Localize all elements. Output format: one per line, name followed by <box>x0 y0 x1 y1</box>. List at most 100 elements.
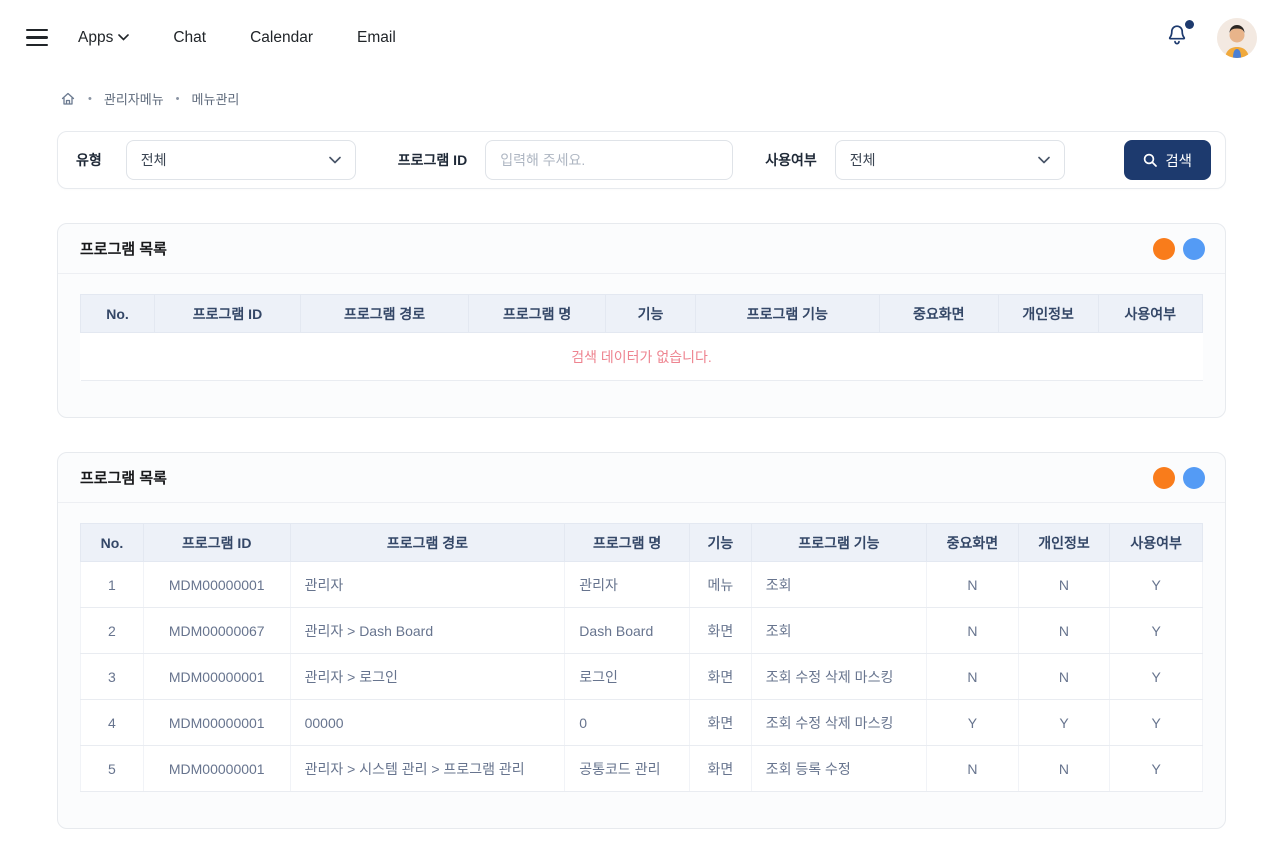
hamburger-menu-icon[interactable] <box>26 29 48 47</box>
table-cell: 2 <box>81 608 144 654</box>
program-table-empty: No.프로그램 ID프로그램 경로프로그램 명기능프로그램 기능중요화면개인정보… <box>80 294 1203 381</box>
nav-item-calendar[interactable]: Calendar <box>250 29 313 47</box>
table-cell: 화면 <box>689 608 751 654</box>
table-cell: 관리자 <box>565 562 690 608</box>
table-header-row: No.프로그램 ID프로그램 경로프로그램 명기능프로그램 기능중요화면개인정보… <box>81 295 1203 333</box>
column-header: 개인정보 <box>1018 524 1110 562</box>
use-status-select-value: 전체 <box>850 150 876 170</box>
nav-item-label: Calendar <box>250 29 313 47</box>
table-cell: N <box>1018 746 1110 792</box>
breadcrumb-separator: • <box>88 93 92 105</box>
chevron-down-icon <box>329 156 341 164</box>
breadcrumb-item[interactable]: 관리자메뉴 <box>104 89 164 108</box>
nav-item-label: Email <box>357 29 396 47</box>
main-nav: Apps Chat Calendar Email <box>78 29 396 47</box>
breadcrumb-separator: • <box>176 93 180 105</box>
program-id-label: 프로그램 ID <box>398 150 467 170</box>
column-header: 사용여부 <box>1110 524 1203 562</box>
panel-header: 프로그램 목록 <box>58 453 1225 503</box>
table-cell: 관리자 > 시스템 관리 > 프로그램 관리 <box>290 746 565 792</box>
home-icon[interactable] <box>60 91 76 107</box>
panel-title: 프로그램 목록 <box>80 467 167 488</box>
program-list-panel-2: 프로그램 목록 No.프로그램 ID프로그램 경로프로그램 명기능프로그램 기능… <box>57 452 1226 829</box>
table-cell: N <box>927 654 1019 700</box>
column-header: No. <box>81 524 144 562</box>
table-cell: Y <box>1018 700 1110 746</box>
use-status-select[interactable]: 전체 <box>835 140 1065 180</box>
panel-title: 프로그램 목록 <box>80 238 167 259</box>
table-cell: 조회 <box>751 562 926 608</box>
table-cell: MDM00000001 <box>143 700 290 746</box>
table-cell: 메뉴 <box>689 562 751 608</box>
table-row[interactable]: 3MDM00000001관리자 > 로그인로그인화면조회 수정 삭제 마스킹NN… <box>81 654 1203 700</box>
chevron-down-icon <box>1038 156 1050 164</box>
table-cell: 공통코드 관리 <box>565 746 690 792</box>
breadcrumb: • 관리자메뉴 • 메뉴관리 <box>0 75 1283 108</box>
table-cell: Dash Board <box>565 608 690 654</box>
notification-bell-icon[interactable] <box>1165 23 1189 52</box>
program-list-panel-1: 프로그램 목록 No.프로그램 ID프로그램 경로프로그램 명기능프로그램 기능… <box>57 223 1226 418</box>
search-icon <box>1143 153 1157 167</box>
program-table-results: No.프로그램 ID프로그램 경로프로그램 명기능프로그램 기능중요화면개인정보… <box>80 523 1203 792</box>
orange-circle-button[interactable] <box>1153 238 1175 260</box>
column-header: 사용여부 <box>1098 295 1202 333</box>
table-cell: 조회 수정 삭제 마스킹 <box>751 700 926 746</box>
user-avatar[interactable] <box>1217 18 1257 58</box>
table-cell: MDM00000001 <box>143 746 290 792</box>
nav-item-label: Apps <box>78 29 113 47</box>
column-header: 프로그램 ID <box>143 524 290 562</box>
column-header: 기능 <box>606 295 696 333</box>
table-cell: 화면 <box>689 654 751 700</box>
table-cell: 1 <box>81 562 144 608</box>
table-cell: Y <box>1110 608 1203 654</box>
blue-circle-button[interactable] <box>1183 238 1205 260</box>
nav-item-apps[interactable]: Apps <box>78 29 129 47</box>
table-cell: Y <box>1110 654 1203 700</box>
program-id-input[interactable] <box>485 140 733 180</box>
breadcrumb-item[interactable]: 메뉴관리 <box>192 89 240 108</box>
search-button[interactable]: 검색 <box>1124 140 1211 180</box>
type-select-value: 전체 <box>141 150 167 170</box>
column-header: 프로그램 기능 <box>695 295 879 333</box>
table-cell: Y <box>1110 746 1203 792</box>
table-cell: 관리자 <box>290 562 565 608</box>
table-row[interactable]: 1MDM00000001관리자관리자메뉴조회NNY <box>81 562 1203 608</box>
notification-dot <box>1185 20 1194 29</box>
table-cell: N <box>927 562 1019 608</box>
blue-circle-button[interactable] <box>1183 467 1205 489</box>
column-header: 중요화면 <box>879 295 998 333</box>
table-cell: Y <box>927 700 1019 746</box>
search-button-label: 검색 <box>1165 150 1192 171</box>
table-cell: 4 <box>81 700 144 746</box>
table-row[interactable]: 4MDM00000001000000화면조회 수정 삭제 마스킹YYY <box>81 700 1203 746</box>
column-header: 프로그램 명 <box>565 524 690 562</box>
table-cell: N <box>1018 608 1110 654</box>
orange-circle-button[interactable] <box>1153 467 1175 489</box>
table-cell: Y <box>1110 700 1203 746</box>
table-cell: 0 <box>565 700 690 746</box>
column-header: 프로그램 명 <box>469 295 606 333</box>
type-select[interactable]: 전체 <box>126 140 356 180</box>
column-header: 프로그램 경로 <box>290 524 565 562</box>
chevron-down-icon <box>118 34 129 41</box>
nav-item-chat[interactable]: Chat <box>173 29 206 47</box>
table-cell: N <box>927 746 1019 792</box>
table-cell: 화면 <box>689 700 751 746</box>
column-header: 기능 <box>689 524 751 562</box>
top-navbar: Apps Chat Calendar Email <box>0 0 1283 75</box>
nav-item-email[interactable]: Email <box>357 29 396 47</box>
column-header: 프로그램 경로 <box>300 295 468 333</box>
search-filter-bar: 유형 전체 프로그램 ID 사용여부 전체 검색 <box>57 131 1226 189</box>
use-status-label: 사용여부 <box>765 150 817 170</box>
table-cell: MDM00000001 <box>143 654 290 700</box>
empty-row: 검색 데이터가 없습니다. <box>81 333 1203 381</box>
table-row[interactable]: 5MDM00000001관리자 > 시스템 관리 > 프로그램 관리공통코드 관… <box>81 746 1203 792</box>
table-header-row: No.프로그램 ID프로그램 경로프로그램 명기능프로그램 기능중요화면개인정보… <box>81 524 1203 562</box>
table-row[interactable]: 2MDM00000067관리자 > Dash BoardDash Board화면… <box>81 608 1203 654</box>
column-header: 프로그램 기능 <box>751 524 926 562</box>
table-cell: N <box>1018 562 1110 608</box>
column-header: No. <box>81 295 155 333</box>
type-label: 유형 <box>76 150 102 170</box>
table-cell: 00000 <box>290 700 565 746</box>
table-cell: Y <box>1110 562 1203 608</box>
